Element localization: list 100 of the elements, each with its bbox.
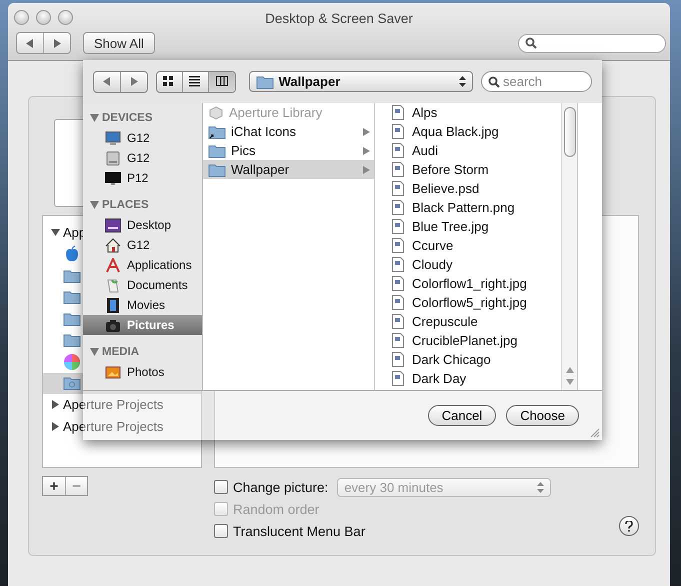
- apple-icon: [63, 245, 81, 264]
- desktop-icon: [105, 218, 121, 232]
- folder-icon: [63, 312, 81, 326]
- close-button[interactable]: [14, 10, 29, 25]
- image-file-icon: [392, 276, 404, 291]
- disclosure-triangle-icon[interactable]: [51, 228, 63, 238]
- file-item[interactable]: Aqua Black.jpg: [392, 122, 561, 141]
- checkbox[interactable]: [214, 480, 228, 494]
- file-item[interactable]: CruciblePlanet.jpg: [392, 331, 561, 350]
- checkbox[interactable]: [214, 524, 228, 538]
- image-file-icon: [392, 219, 404, 234]
- image-file-icon: [392, 257, 404, 272]
- folder-icon: [63, 268, 81, 283]
- folder-icon: [256, 74, 274, 88]
- disclosure-triangle-icon[interactable]: [90, 201, 99, 209]
- sidebar-item[interactable]: Applications: [83, 255, 202, 275]
- add-button[interactable]: +: [43, 477, 65, 495]
- image-file-icon: [392, 181, 404, 196]
- sidebar-item[interactable]: G12: [83, 235, 202, 255]
- image-file-icon: [392, 295, 404, 310]
- photo-icon: [105, 364, 121, 380]
- image-file-icon: [392, 124, 404, 139]
- view-mode-button[interactable]: [208, 72, 235, 92]
- file-item[interactable]: Audi: [392, 141, 561, 160]
- image-file-icon: [392, 238, 404, 253]
- stepper-arrows-icon: [459, 76, 466, 87]
- image-file-icon: [392, 371, 404, 386]
- sidebar-item[interactable]: G12: [83, 128, 202, 148]
- list-group-row[interactable]: Aperture Projects: [43, 416, 201, 437]
- folder-icon: [208, 162, 226, 176]
- window-title: Desktop & Screen Saver: [265, 11, 413, 26]
- file-item[interactable]: Dark Day: [392, 369, 561, 388]
- sidebar-item[interactable]: Desktop: [83, 215, 202, 235]
- scroll-thumb[interactable]: [564, 107, 576, 157]
- scroll-arrows-icon[interactable]: [566, 366, 574, 386]
- browser-item[interactable]: Pics: [203, 141, 374, 160]
- sidebar-item[interactable]: Photos: [83, 362, 202, 382]
- file-item[interactable]: Cloudy: [392, 255, 561, 274]
- image-file-icon: [392, 143, 404, 158]
- display-icon: [105, 130, 121, 146]
- sidebar-heading: DEVICES: [102, 112, 152, 124]
- search-field[interactable]: search: [481, 71, 592, 92]
- sidebar-heading: MEDIA: [102, 346, 140, 358]
- file-item[interactable]: Dark Chicago: [392, 350, 561, 369]
- left-triangle-icon: [102, 77, 111, 86]
- help-button[interactable]: [619, 516, 639, 536]
- file-item[interactable]: Believe.psd: [392, 179, 561, 198]
- file-item[interactable]: Crepuscule: [392, 312, 561, 331]
- cancel-button[interactable]: Cancel: [428, 405, 496, 426]
- file-item[interactable]: Ccurve: [392, 236, 561, 255]
- search-icon: [525, 37, 537, 49]
- sidebar-item[interactable]: P12: [83, 168, 202, 188]
- film-strip-icon: [105, 298, 121, 312]
- search-field[interactable]: [518, 34, 666, 52]
- sidebar-item[interactable]: Pictures: [83, 315, 202, 335]
- folder-icon: [208, 144, 226, 158]
- minimize-button[interactable]: [36, 10, 51, 25]
- right-triangle-icon: [53, 38, 61, 48]
- sidebar-item[interactable]: G12: [83, 148, 202, 168]
- zoom-button[interactable]: [58, 10, 73, 25]
- view-mode-icon: [163, 76, 176, 87]
- sidebar-item[interactable]: Documents: [83, 275, 202, 295]
- folder-icon: [63, 333, 81, 348]
- view-mode-icon: [189, 76, 202, 87]
- browser-item[interactable]: iChat Icons: [203, 122, 374, 141]
- camera-icon: [105, 318, 121, 332]
- disclosure-triangle-icon[interactable]: [90, 114, 99, 122]
- folder-icon: [63, 290, 81, 304]
- sidebar-heading: PLACES: [102, 199, 149, 211]
- image-file-icon: [392, 200, 404, 215]
- file-item[interactable]: Blue Tree.jpg: [392, 217, 561, 236]
- view-mode-icon: [216, 76, 228, 87]
- scrollbar[interactable]: [561, 103, 577, 390]
- stepper-arrows-icon: [537, 482, 544, 492]
- location-popup[interactable]: Wallpaper: [248, 71, 473, 92]
- monitor-icon: [105, 170, 121, 186]
- choose-button[interactable]: Choose: [506, 405, 579, 426]
- browser-item[interactable]: Wallpaper: [203, 160, 374, 179]
- folder-icon: [208, 124, 226, 138]
- folder-icon: [63, 376, 81, 390]
- image-file-icon: [392, 333, 404, 348]
- image-file-icon: [392, 314, 404, 329]
- resize-grip-icon[interactable]: [590, 428, 600, 438]
- file-item[interactable]: Colorflow5_right.jpg: [392, 293, 561, 312]
- file-item[interactable]: Colorflow1_right.jpg: [392, 274, 561, 293]
- image-file-icon: [392, 352, 404, 367]
- disclosure-triangle-icon[interactable]: [90, 348, 99, 356]
- checkbox-label: Change picture:: [233, 480, 328, 494]
- file-item[interactable]: Alps: [392, 103, 561, 122]
- checkbox-label: Translucent Menu Bar: [233, 524, 366, 538]
- file-item[interactable]: Before Storm: [392, 160, 561, 179]
- list-group-row[interactable]: Aperture Projects: [43, 394, 201, 416]
- checkbox-label: Random order: [233, 502, 320, 516]
- house-icon: [105, 238, 121, 252]
- show-all-button[interactable]: Show All: [83, 32, 155, 54]
- sidebar-item[interactable]: Movies: [83, 295, 202, 315]
- question-mark-icon: [625, 520, 633, 532]
- file-item[interactable]: Black Pattern.png: [392, 198, 561, 217]
- right-triangle-icon: [130, 77, 138, 86]
- cube-icon: [208, 106, 224, 120]
